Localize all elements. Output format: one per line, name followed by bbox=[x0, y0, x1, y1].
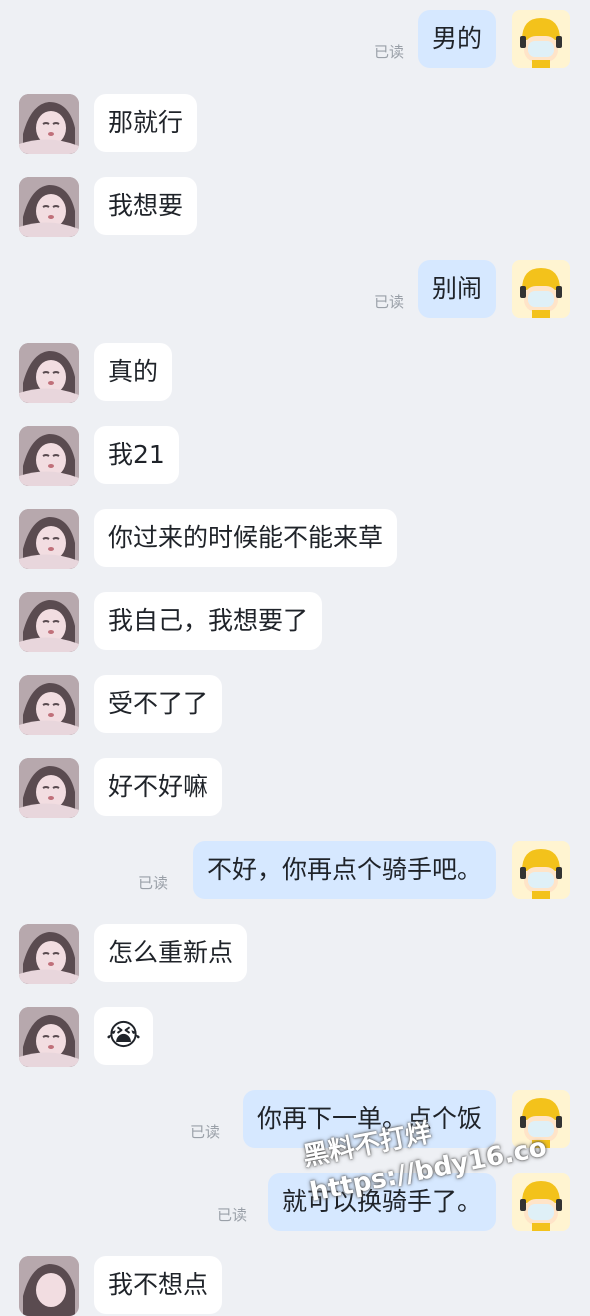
contact-avatar[interactable] bbox=[19, 94, 79, 154]
contact-avatar[interactable] bbox=[19, 509, 79, 569]
message-row: 我想要 bbox=[0, 177, 590, 237]
message-bubble[interactable]: 真的 bbox=[94, 343, 173, 401]
message-row: 已读 男的 bbox=[0, 10, 590, 70]
message-bubble[interactable]: 怎么重新点 bbox=[94, 924, 248, 982]
message-bubble[interactable]: 受不了了 bbox=[94, 675, 223, 733]
read-receipt: 已读 bbox=[137, 874, 168, 892]
crying-emoji-icon: 😭 bbox=[106, 1018, 142, 1053]
contact-avatar[interactable] bbox=[19, 675, 79, 735]
message-row: 你过来的时候能不能来草 bbox=[0, 509, 590, 569]
message-bubble[interactable]: 好不好嘛 bbox=[94, 758, 223, 816]
rider-avatar[interactable] bbox=[512, 841, 570, 899]
message-row: 我不想点 bbox=[0, 1256, 590, 1316]
message-row: 怎么重新点 bbox=[0, 924, 590, 984]
chat-thread: 已读 男的 那就行 我想要 已读 别闹 真的 我21 你过来的时候能不能来草 我… bbox=[0, 0, 590, 1316]
contact-avatar[interactable] bbox=[19, 426, 79, 486]
message-row: 已读 别闹 bbox=[0, 260, 590, 320]
message-row: 已读 就可以换骑手了。 bbox=[0, 1173, 590, 1233]
message-row: 😭 bbox=[0, 1007, 590, 1067]
message-bubble[interactable]: 我想要 bbox=[94, 177, 198, 235]
rider-avatar[interactable] bbox=[512, 10, 570, 68]
rider-avatar[interactable] bbox=[512, 1173, 570, 1231]
message-row: 我自己，我想要了 bbox=[0, 592, 590, 652]
read-receipt: 已读 bbox=[373, 43, 404, 61]
contact-avatar[interactable] bbox=[19, 758, 79, 818]
message-bubble[interactable]: 你过来的时候能不能来草 bbox=[94, 509, 398, 567]
message-bubble[interactable]: 男的 bbox=[417, 10, 496, 68]
message-row: 受不了了 bbox=[0, 675, 590, 735]
message-bubble[interactable]: 我不想点 bbox=[94, 1256, 223, 1314]
contact-avatar[interactable] bbox=[19, 924, 79, 984]
read-receipt: 已读 bbox=[373, 293, 404, 311]
message-bubble[interactable]: 别闹 bbox=[417, 260, 496, 318]
message-row: 真的 bbox=[0, 343, 590, 403]
read-receipt: 已读 bbox=[216, 1206, 247, 1224]
contact-avatar[interactable] bbox=[19, 343, 79, 403]
message-row: 那就行 bbox=[0, 94, 590, 154]
read-receipt: 已读 bbox=[189, 1123, 220, 1141]
message-bubble[interactable]: 😭 bbox=[94, 1007, 154, 1065]
message-bubble[interactable]: 那就行 bbox=[94, 94, 198, 152]
message-row: 好不好嘛 bbox=[0, 758, 590, 818]
message-bubble[interactable]: 我自己，我想要了 bbox=[94, 592, 323, 650]
message-row: 我21 bbox=[0, 426, 590, 486]
contact-avatar[interactable] bbox=[19, 1007, 79, 1067]
contact-avatar[interactable] bbox=[19, 1256, 79, 1316]
rider-avatar[interactable] bbox=[512, 260, 570, 318]
message-bubble[interactable]: 不好，你再点个骑手吧。 bbox=[192, 841, 496, 899]
message-bubble[interactable]: 我21 bbox=[94, 426, 179, 484]
contact-avatar[interactable] bbox=[19, 592, 79, 652]
contact-avatar[interactable] bbox=[19, 177, 79, 237]
message-row: 已读 不好，你再点个骑手吧。 bbox=[0, 841, 590, 901]
